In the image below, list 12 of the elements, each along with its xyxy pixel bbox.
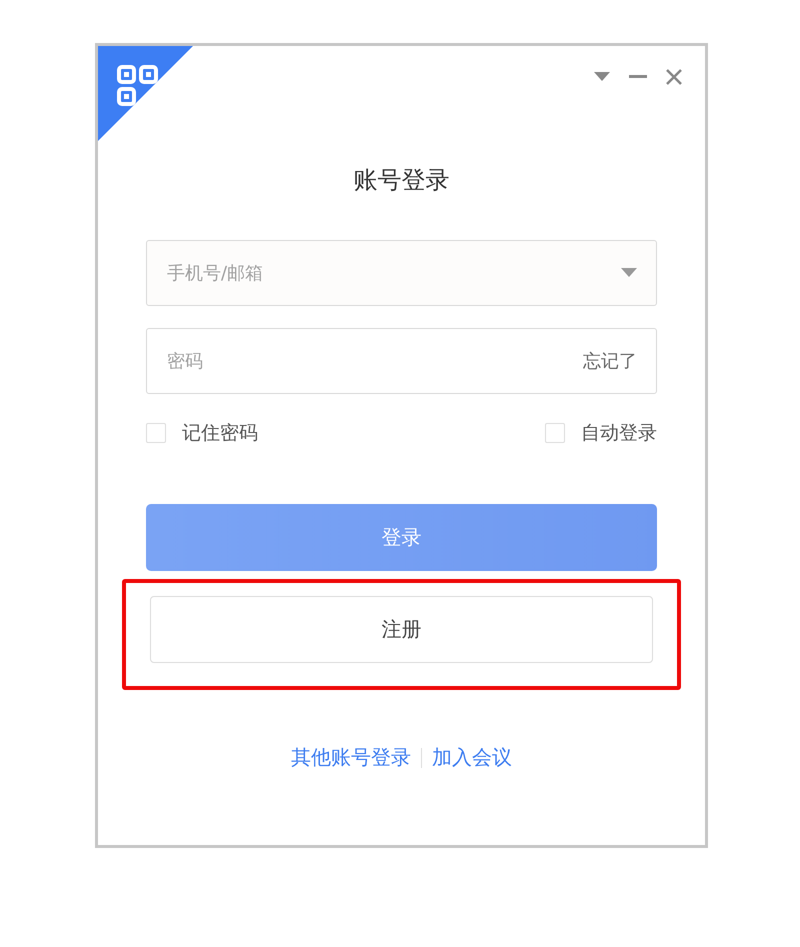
footer-link[interactable]: 加入会议 bbox=[432, 744, 512, 771]
forgot-password-link[interactable]: 忘记了 bbox=[583, 349, 637, 373]
checkbox-label: 记住密码 bbox=[182, 421, 258, 446]
checkbox[interactable] bbox=[146, 423, 166, 443]
footer-link[interactable]: 其他账号登录 bbox=[291, 744, 411, 771]
checkbox[interactable] bbox=[545, 423, 565, 443]
account-field[interactable]: 手机号/邮箱 bbox=[146, 240, 657, 306]
checkbox-label: 自动登录 bbox=[581, 421, 657, 446]
window-title: 账号登录 bbox=[354, 165, 450, 196]
qr-code-icon[interactable] bbox=[116, 64, 160, 108]
register-button[interactable]: 注册 bbox=[150, 596, 653, 663]
dropdown-icon[interactable] bbox=[621, 268, 637, 278]
